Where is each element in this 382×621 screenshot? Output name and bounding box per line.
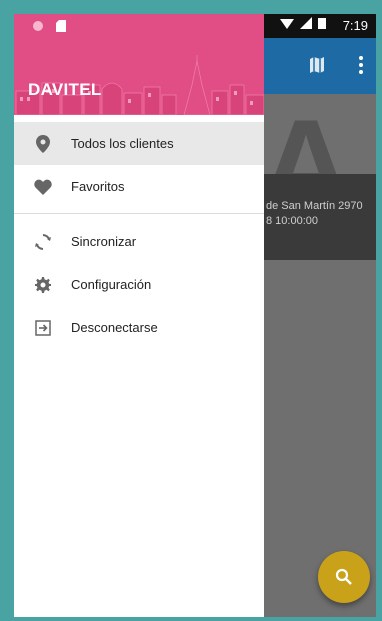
navigation-drawer: DAVITEL Todos los clientes Favoritos Sin… xyxy=(14,14,264,617)
wifi-icon xyxy=(280,19,294,29)
client-date: 8 10:00:00 xyxy=(266,215,318,227)
drawer-menu: Todos los clientes Favoritos Sincronizar… xyxy=(14,122,264,349)
sd-card-icon xyxy=(56,20,66,32)
drawer-header: DAVITEL xyxy=(14,14,264,115)
menu-item-label: Configuración xyxy=(71,277,152,292)
status-icons xyxy=(280,17,326,29)
menu-item-favoritos[interactable]: Favoritos xyxy=(14,165,264,208)
device-frame: 7:19 A de San Martín 2970 8 10:00:00 DAV… xyxy=(0,0,382,621)
battery-icon xyxy=(318,18,326,29)
account-name: DAVITEL xyxy=(28,80,102,99)
sync-icon xyxy=(34,233,52,251)
screen: 7:19 A de San Martín 2970 8 10:00:00 DAV… xyxy=(14,14,376,617)
gear-icon xyxy=(34,276,52,294)
menu-item-sincronizar[interactable]: Sincronizar xyxy=(14,220,264,263)
menu-item-desconectarse[interactable]: Desconectarse xyxy=(14,306,264,349)
client-address: de San Martín 2970 xyxy=(266,200,363,212)
signal-icon xyxy=(300,17,312,29)
notification-dot-icon xyxy=(33,21,43,31)
menu-item-label: Favoritos xyxy=(71,179,125,194)
more-options-icon[interactable] xyxy=(358,54,364,76)
menu-item-label: Desconectarse xyxy=(71,320,158,335)
menu-item-todos-los-clientes[interactable]: Todos los clientes xyxy=(14,122,264,165)
heart-icon xyxy=(34,178,52,196)
menu-item-configuracion[interactable]: Configuración xyxy=(14,263,264,306)
menu-divider xyxy=(14,213,264,214)
menu-item-label: Todos los clientes xyxy=(71,136,174,151)
location-pin-icon xyxy=(34,134,52,153)
logout-icon xyxy=(34,319,52,337)
menu-item-label: Sincronizar xyxy=(71,234,137,249)
drawer-status-icons xyxy=(32,20,66,32)
search-icon xyxy=(335,568,352,585)
status-time: 7:19 xyxy=(342,18,368,33)
map-icon[interactable] xyxy=(308,56,326,74)
search-fab[interactable] xyxy=(318,551,370,603)
